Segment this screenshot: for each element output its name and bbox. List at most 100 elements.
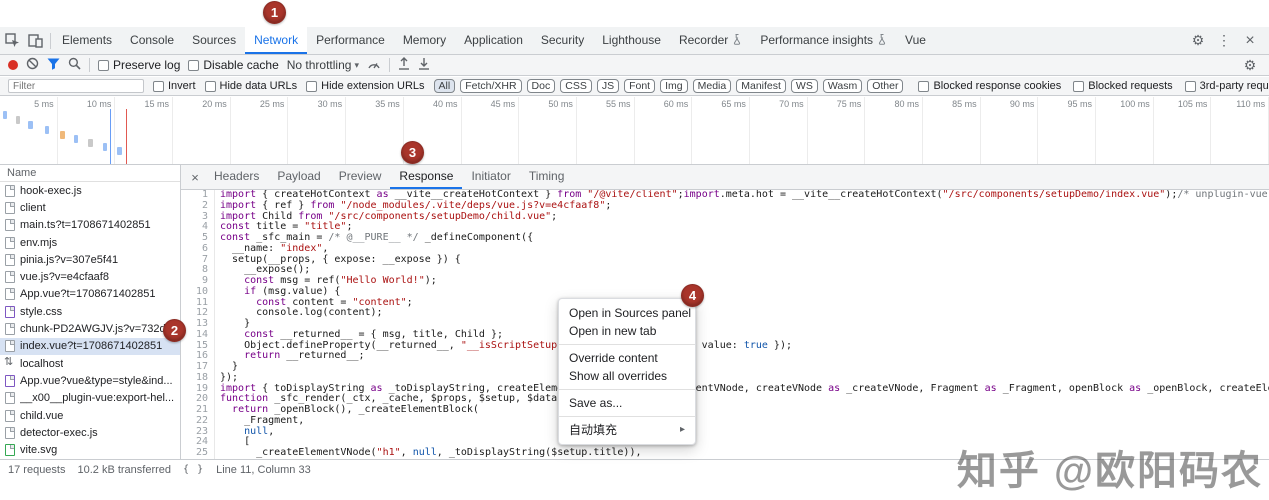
line-number[interactable]: 14	[181, 329, 215, 341]
blocked-requests-checkbox[interactable]: Blocked requests	[1073, 80, 1173, 92]
request-row[interactable]: vite.svg	[0, 441, 180, 458]
context-menu-item[interactable]: Override content	[559, 349, 695, 367]
blocked-response-cookies-checkbox[interactable]: Blocked response cookies	[918, 80, 1061, 92]
clear-network-log-icon[interactable]	[26, 57, 39, 73]
request-row[interactable]: index.vue?t=1708671402851	[0, 337, 180, 355]
devtools-tab[interactable]: Console	[121, 27, 183, 54]
type-filter-pill[interactable]: Manifest	[736, 79, 786, 93]
type-filter-pill[interactable]: Img	[660, 79, 688, 93]
request-row[interactable]: App.vue?t=1708671402851	[0, 286, 180, 303]
context-menu-item[interactable]: Open in new tab	[559, 322, 695, 340]
request-row[interactable]: env.mjs	[0, 234, 180, 251]
export-har-icon[interactable]	[418, 57, 430, 73]
devtools-tab[interactable]: Recorder	[670, 27, 751, 54]
line-number[interactable]: 1	[181, 190, 215, 201]
throttling-dropdown[interactable]: No throttling ▾	[287, 58, 359, 72]
record-network-log-button[interactable]	[8, 60, 18, 70]
settings-gear-icon[interactable]: ⚙	[1187, 30, 1209, 52]
network-settings-gear-icon[interactable]: ⚙	[1239, 54, 1261, 76]
invert-checkbox[interactable]: Invert	[153, 80, 196, 92]
hide-extension-urls-checkbox[interactable]: Hide extension URLs	[306, 80, 425, 92]
request-row[interactable]: client	[0, 199, 180, 216]
line-number[interactable]: 18	[181, 372, 215, 384]
line-number[interactable]: 6	[181, 243, 215, 255]
type-filter-pill[interactable]: Font	[624, 79, 656, 93]
context-menu-item[interactable]: Open in Sources panel	[559, 304, 695, 322]
line-number[interactable]: 10	[181, 286, 215, 298]
type-filter-pill[interactable]: Other	[867, 79, 904, 93]
type-filter-pill[interactable]: Wasm	[822, 79, 863, 93]
line-number[interactable]: 25	[181, 447, 215, 459]
detail-tab[interactable]: Timing	[520, 165, 574, 189]
devtools-tab[interactable]: Sources	[183, 27, 245, 54]
request-row[interactable]: hook-exec.js	[0, 182, 180, 199]
experiment-flask-icon	[732, 34, 742, 45]
devtools-tab[interactable]: Lighthouse	[593, 27, 670, 54]
context-menu-item[interactable]: Show all overrides	[559, 367, 695, 385]
type-filter-pill[interactable]: Fetch/XHR	[460, 79, 522, 93]
filter-toggle-icon[interactable]	[47, 58, 60, 73]
devtools-tab[interactable]: Network	[245, 27, 308, 54]
line-number[interactable]: 4	[181, 221, 215, 233]
filter-input[interactable]	[8, 79, 144, 93]
request-row[interactable]: chunk-PD2AWGJV.js?v=732d...	[0, 320, 180, 337]
close-detail-panel-icon[interactable]: ×	[185, 170, 205, 185]
devtools-tab[interactable]: Performance	[307, 27, 394, 54]
type-filter-pill[interactable]: CSS	[560, 79, 592, 93]
search-icon[interactable]	[68, 57, 81, 73]
detail-tab[interactable]: Payload	[268, 165, 329, 189]
detail-tab[interactable]: Headers	[205, 165, 268, 189]
line-number[interactable]: 2	[181, 200, 215, 212]
waterfall-bar	[45, 126, 49, 134]
disable-cache-checkbox[interactable]: Disable cache	[188, 58, 279, 72]
devtools-tab[interactable]: Elements	[53, 27, 121, 54]
line-number[interactable]: 22	[181, 415, 215, 427]
import-har-icon[interactable]	[398, 57, 410, 73]
context-menu-item[interactable]: 自动填充 ▸	[559, 421, 695, 439]
devtools-tab[interactable]: Vue	[896, 27, 935, 54]
name-column-header[interactable]: Name	[0, 165, 180, 182]
code-text[interactable]: const __returned__ = { msg, title, Child…	[215, 329, 503, 341]
code-text[interactable]: __name: "index",	[215, 243, 328, 255]
line-number[interactable]: 7	[181, 254, 215, 266]
line-number[interactable]: 8	[181, 264, 215, 276]
request-row[interactable]: localhost	[0, 355, 180, 372]
detail-tab[interactable]: Response	[390, 165, 463, 189]
type-filter-pill[interactable]: All	[433, 79, 456, 93]
close-devtools-icon[interactable]: ×	[1239, 30, 1261, 52]
tabbar-left-icons	[0, 33, 48, 48]
devtools-tab[interactable]: Application	[455, 27, 532, 54]
type-filter-pill[interactable]: WS	[790, 79, 818, 93]
devtools-tab[interactable]: Security	[532, 27, 593, 54]
line-number[interactable]: 5	[181, 232, 215, 244]
device-toolbar-icon[interactable]	[28, 33, 43, 48]
detail-tab[interactable]: Initiator	[462, 165, 519, 189]
request-row[interactable]: main.ts?t=1708671402851	[0, 217, 180, 234]
hide-data-urls-checkbox[interactable]: Hide data URLs	[204, 80, 297, 92]
request-row[interactable]: vue.js?v=e4cfaaf8	[0, 268, 180, 285]
type-filter-pill[interactable]: Doc	[526, 79, 556, 93]
devtools-tab[interactable]: Memory	[394, 27, 455, 54]
file-type-icon	[5, 288, 15, 301]
network-timeline-overview[interactable]: 5 ms 10 ms 15 ms 20 ms 25 ms 30 ms 35 ms…	[0, 97, 1269, 165]
third-party-requests-checkbox[interactable]: 3rd-party requests	[1184, 80, 1269, 92]
response-code-viewer[interactable]: 1 import { createHotContext as __vite__cr…	[181, 190, 1269, 459]
request-row[interactable]: App.vue?vue&type=style&ind...	[0, 372, 180, 389]
request-row[interactable]: __x00__plugin-vue:export-hel...	[0, 390, 180, 407]
type-filter-pill[interactable]: Media	[692, 79, 732, 93]
type-filter-pill[interactable]: JS	[596, 79, 620, 93]
request-row[interactable]: detector-exec.js	[0, 424, 180, 441]
request-row[interactable]: pinia.js?v=307e5f41	[0, 251, 180, 268]
detail-tab[interactable]: Preview	[330, 165, 391, 189]
preserve-log-checkbox[interactable]: Preserve log	[98, 58, 180, 72]
code-text[interactable]: _createElementVNode("h1", null, _toDispl…	[215, 447, 641, 459]
devtools-tab[interactable]: Performance insights	[751, 27, 896, 54]
request-row[interactable]: child.vue	[0, 407, 180, 424]
request-row[interactable]: style.css	[0, 303, 180, 320]
more-options-icon[interactable]: ⋮	[1213, 30, 1235, 52]
pretty-print-icon[interactable]: { }	[183, 464, 204, 475]
network-conditions-icon[interactable]	[367, 58, 381, 73]
context-menu-item[interactable]: Save as...	[559, 394, 695, 412]
line-number[interactable]: 3	[181, 211, 215, 223]
inspect-element-icon[interactable]	[5, 33, 20, 48]
